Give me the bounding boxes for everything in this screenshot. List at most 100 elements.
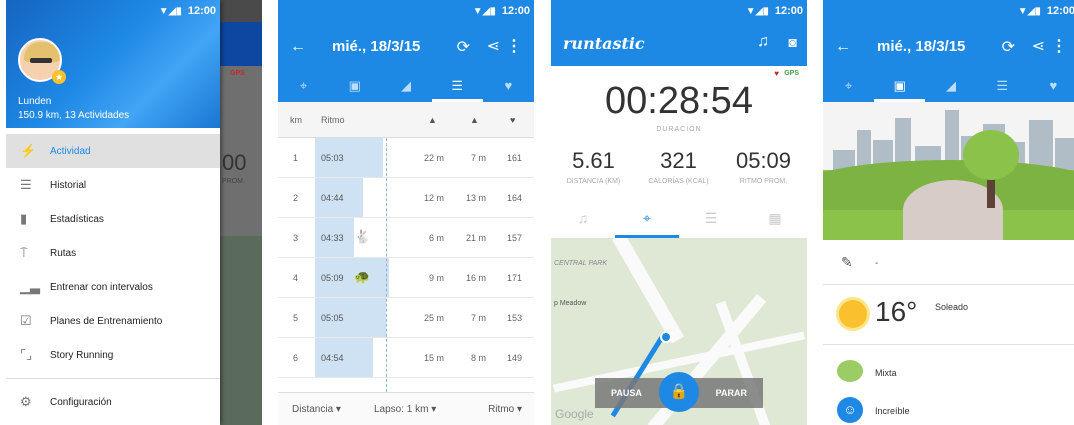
sync-icon[interactable]: ⟳: [457, 37, 470, 57]
stat-label: CALORÍAS (KCAL): [648, 178, 709, 185]
split-elevation-down: 21 m: [465, 233, 486, 243]
splits-icon: ☰: [451, 78, 464, 93]
drawer-header: ▼◢▮ 12:00 ★ Lunden 150.9 km, 13 Activida…: [6, 0, 220, 128]
smiley-icon: ☺: [837, 397, 863, 423]
tab-graphs[interactable]: ◢: [380, 74, 431, 102]
column-km: km: [290, 115, 302, 125]
surface-label: Mixta: [875, 368, 897, 378]
splits-icon: ☰: [996, 78, 1009, 93]
back-arrow-icon[interactable]: ←: [290, 38, 306, 56]
pause-button[interactable]: PAUSA: [611, 388, 642, 398]
map-label-park: CENTRAL PARK: [554, 260, 608, 267]
menu-item-label: Rutas: [50, 247, 77, 259]
split-pace: 04:54: [321, 353, 344, 363]
rabbit-icon: 🐇: [354, 229, 371, 244]
tab-heart[interactable]: ♥: [1028, 74, 1074, 102]
more-icon[interactable]: ⋮: [1051, 36, 1067, 56]
split-heart-rate: 149: [506, 353, 522, 363]
stat-label: DISTANCIA (KM): [566, 178, 621, 185]
grid-icon: ▦: [768, 210, 782, 226]
tab-map[interactable]: ⌖: [615, 202, 679, 238]
tab-music[interactable]: ♫: [551, 202, 615, 238]
park-illustration: [823, 102, 1074, 240]
pace-dropdown[interactable]: Ritmo ▾: [488, 404, 522, 415]
menu-item-story-running[interactable]: ⌜⌟ Story Running: [6, 338, 220, 372]
app-bar: runtastic ♫ ◙: [551, 22, 807, 66]
split-elevation-up: 22 m: [423, 153, 444, 163]
menu-item-rutas[interactable]: ⍑ Rutas: [6, 236, 220, 270]
menu-item-actividad[interactable]: ⚡ Actividad: [6, 134, 220, 168]
table-row: 4 05:09 🐢 9 m 16 m 171: [278, 258, 534, 298]
lap-dropdown[interactable]: Lapso: 1 km ▾: [374, 404, 436, 415]
music-icon[interactable]: ♫: [757, 33, 769, 51]
tab-graphs[interactable]: ◢: [925, 74, 976, 102]
checklist-icon: ☑: [20, 313, 32, 328]
tab-dashboard[interactable]: ▦: [743, 202, 807, 238]
divider: [823, 284, 1074, 285]
split-km: 1: [293, 153, 299, 163]
menu-item-label: Historial: [50, 179, 87, 191]
share-icon[interactable]: ⋖: [487, 36, 500, 56]
tab-photo[interactable]: ▣: [874, 74, 926, 102]
camera-icon[interactable]: ◙: [789, 34, 797, 50]
table-header: km Ritmo ▲ ▲ ♥: [278, 102, 534, 138]
stat-value: 5.61: [572, 148, 615, 173]
share-icon[interactable]: ⋖: [1032, 36, 1045, 56]
distance-dropdown[interactable]: Distancia ▾: [292, 404, 341, 415]
splits-table: 1 05:03 22 m 7 m 161 2 04:44 12 m 13 m 164 3 04:33 🐇…: [278, 138, 534, 378]
stat-calories: 321 CALORÍAS (KCAL): [636, 148, 721, 185]
interval-icon: ▁▃: [20, 279, 40, 294]
menu-item-configuracion[interactable]: ⚙ Configuración: [6, 385, 220, 419]
signpost-icon: ⍑: [20, 245, 28, 260]
map-label-meadow: p Meadow: [554, 300, 587, 307]
split-elevation-up: 25 m: [423, 313, 444, 323]
split-elevation-down: 7 m: [470, 313, 486, 323]
split-elevation-down: 8 m: [470, 353, 486, 363]
graph-icon: ◢: [946, 78, 956, 93]
menu-item-label: Entrenar con intervalos: [50, 281, 153, 293]
session-screen: ▼◢▮ 12:00 runtastic ♫ ◙ ♥ GPS 00:28:54 D…: [551, 0, 807, 425]
status-time: 12:00: [1046, 5, 1074, 17]
menu-item-historial[interactable]: ☰ Historial: [6, 168, 220, 202]
signal-battery-icon: ▼◢▮: [745, 6, 769, 17]
tab-splits[interactable]: ☰: [977, 74, 1028, 102]
user-name: Lunden: [18, 96, 52, 107]
back-arrow-icon[interactable]: ←: [835, 38, 851, 56]
user-stats: 150.9 km, 13 Actividades: [18, 110, 130, 121]
heart-icon: ♥: [774, 69, 779, 78]
splits-screen: ▼◢▮ 12:00 ← mié., 18/3/15 ⟳ ⋖ ⋮ ⌖ ▣ ◢ ☰ …: [278, 0, 534, 425]
menu-item-label: Actividad: [50, 145, 91, 157]
tab-splits[interactable]: ☰: [431, 74, 483, 102]
tab-splits[interactable]: ☰: [679, 202, 743, 238]
menu-item-intervalos[interactable]: ▁▃ Entrenar con intervalos: [6, 270, 220, 304]
background-gps-label: GPS: [230, 70, 245, 77]
stop-button[interactable]: PARAR: [716, 388, 747, 398]
gear-icon: ⚙: [20, 394, 32, 409]
heart-icon: ♥: [1049, 78, 1058, 93]
stat-pace: 05:09 RITMO PROM.: [721, 148, 806, 185]
split-elevation-up: 15 m: [423, 353, 444, 363]
avatar-glasses: [30, 58, 52, 63]
runner-icon: ⚡: [20, 143, 37, 158]
list-icon: ☰: [20, 177, 32, 192]
menu-item-planes[interactable]: ☑ Planes de Entrenamiento: [6, 304, 220, 338]
details-screen: ▼◢▮ 12:00 ← mié., 18/3/15 ⟳ ⋖ ⋮ ⌖ ▣ ◢ ☰ …: [823, 0, 1074, 425]
sync-icon[interactable]: ⟳: [1002, 37, 1015, 57]
edit-note-icon[interactable]: ✎: [841, 254, 853, 271]
tab-photo[interactable]: ▣: [329, 74, 380, 102]
menu-item-estadisticas[interactable]: ▮ Estadísticas: [6, 202, 220, 236]
map-icon: ⌖: [844, 78, 853, 93]
split-km: 3: [293, 233, 299, 243]
music-icon: ♫: [577, 210, 589, 226]
tab-heart[interactable]: ♥: [483, 74, 534, 102]
weather-label: Soleado: [935, 302, 969, 312]
tab-map[interactable]: ⌖: [278, 74, 329, 102]
graph-icon: ◢: [401, 78, 411, 93]
lock-icon[interactable]: 🔒: [659, 372, 699, 412]
split-pace: 04:33: [321, 233, 344, 243]
signal-battery-icon: ▼◢▮: [472, 6, 496, 17]
surface-mixed-icon: [837, 360, 863, 382]
tab-map[interactable]: ⌖: [823, 74, 874, 102]
more-icon[interactable]: ⋮: [506, 36, 522, 56]
signal-battery-icon: ▼◢▮: [1017, 6, 1041, 17]
